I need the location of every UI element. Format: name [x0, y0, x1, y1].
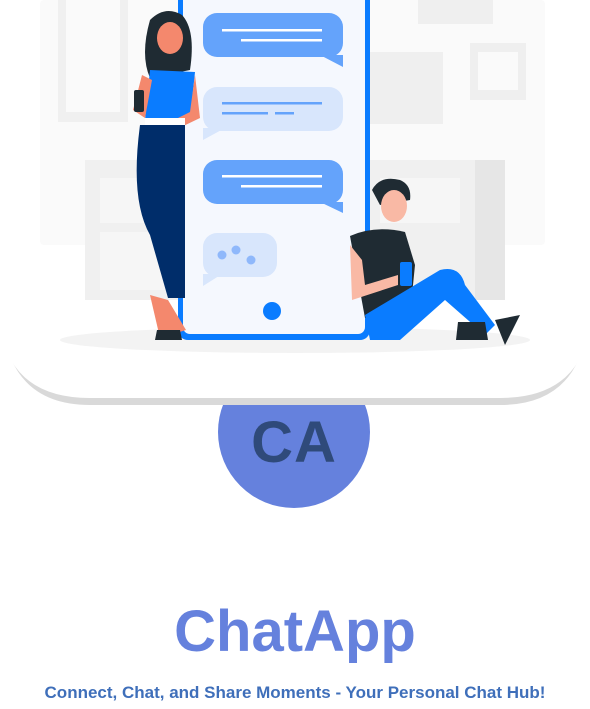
hero-illustration [0, 0, 590, 405]
phone-illustration [178, 0, 370, 340]
home-button [263, 302, 281, 320]
app-title: ChatApp [174, 599, 416, 664]
app-tagline: Connect, Chat, and Share Moments - Your … [44, 683, 546, 702]
logo-initials: CA [251, 409, 337, 475]
